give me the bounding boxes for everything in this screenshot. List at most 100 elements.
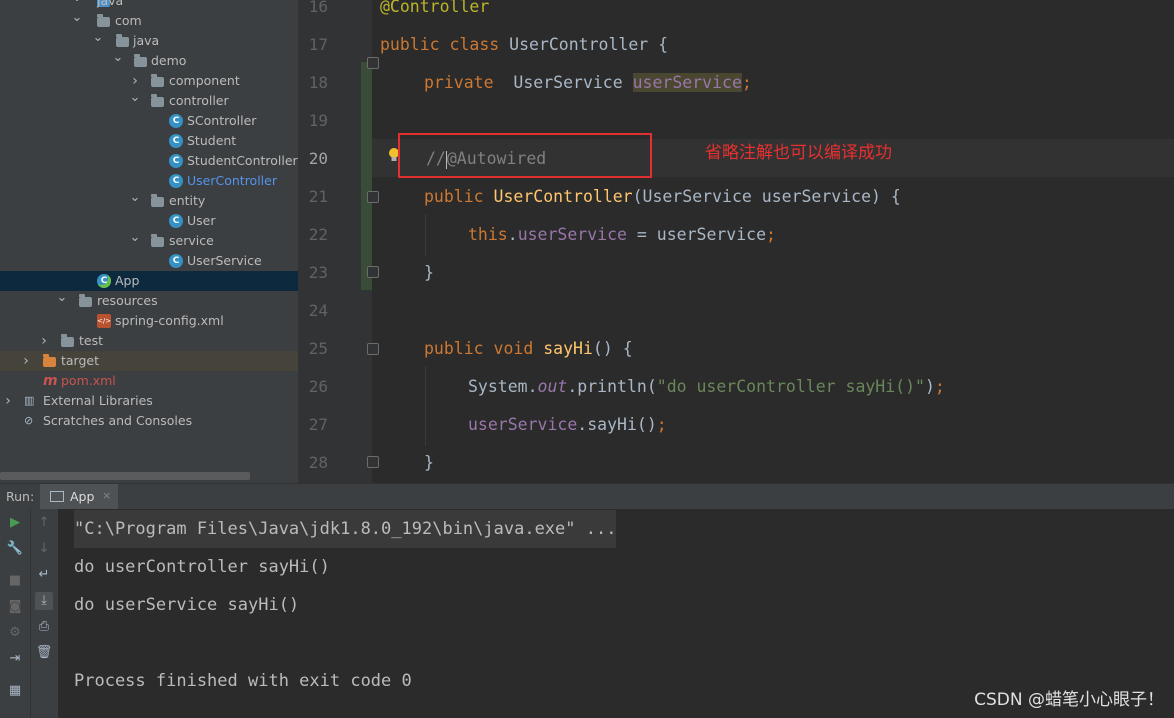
tree-item-spring-config-xml[interactable]: </> spring-config.xml — [0, 311, 298, 331]
close-tab-icon[interactable]: × — [102, 489, 111, 502]
code-line-18: private UserService userService; — [424, 73, 752, 92]
tree-item-target[interactable]: › target — [0, 351, 298, 371]
wrench-icon[interactable]: 🔧 — [6, 540, 24, 558]
tree-item-studentcontroller[interactable]: C StudentController — [0, 151, 298, 171]
print-icon[interactable]: ⎙ — [35, 618, 53, 636]
line-number[interactable]: 23 — [298, 254, 328, 292]
code-line-26: System.out.println("do userController sa… — [468, 377, 945, 396]
tree-item-label: entity — [169, 193, 206, 208]
camera-icon[interactable]: ◙ — [6, 598, 24, 616]
line-number[interactable]: 21 — [298, 178, 328, 216]
tree-item-java[interactable]: ⌄ java — [0, 0, 298, 11]
line-number[interactable]: 22 — [298, 216, 328, 254]
tree-item-label: UserController — [187, 173, 277, 188]
chevron-down-icon[interactable]: ⌄ — [92, 28, 104, 48]
chevron-down-icon[interactable]: ⌄ — [71, 0, 83, 8]
tree-item-student[interactable]: C Student — [0, 131, 298, 151]
trash-icon[interactable]: 🗑 — [35, 644, 53, 662]
layout-icon[interactable]: ▦ — [6, 682, 24, 700]
line-number[interactable]: 24 — [298, 292, 328, 330]
fold-marker[interactable] — [367, 57, 379, 69]
scroll-to-end-icon[interactable]: ⤓ — [35, 592, 53, 610]
tree-item-user[interactable]: C User — [0, 211, 298, 231]
chevron-right-icon[interactable]: › — [38, 331, 50, 351]
run-tab-app[interactable]: App × — [40, 484, 118, 510]
annotation-highlight-box — [398, 133, 652, 178]
code-line-23: } — [424, 263, 434, 282]
folder-icon — [79, 294, 92, 307]
class-icon: C — [169, 174, 183, 188]
tree-item-demo[interactable]: ⌄ demo — [0, 48, 298, 71]
tree-item-controller[interactable]: ⌄ controller — [0, 88, 298, 111]
package-icon — [97, 14, 110, 27]
tree-item-label: com — [115, 13, 142, 28]
tree-item-com[interactable]: ⌄ com — [0, 8, 298, 31]
down-arrow-icon[interactable]: ↓ — [35, 540, 53, 558]
maven-icon: m — [43, 373, 58, 389]
tree-item-external-libraries[interactable]: › ▥ External Libraries — [0, 391, 298, 411]
console-line: do userService sayHi() — [74, 595, 300, 615]
line-number[interactable]: 25 — [298, 330, 328, 368]
tree-item-scratches-and-consoles[interactable]: ⊘ Scratches and Consoles — [0, 411, 298, 431]
chevron-down-icon[interactable]: ⌄ — [129, 188, 141, 208]
tree-item-label: controller — [169, 93, 229, 108]
up-arrow-icon[interactable]: ↑ — [35, 514, 53, 532]
tree-item-scontroller[interactable]: C SController — [0, 111, 298, 131]
code-line-22: this.userService = userService; — [468, 225, 776, 244]
line-number[interactable]: 18 — [298, 64, 328, 102]
tree-item-test[interactable]: › test — [0, 331, 298, 351]
tree-item-userservice[interactable]: C UserService — [0, 251, 298, 271]
package-icon — [151, 94, 164, 107]
line-number[interactable]: 28 — [298, 444, 328, 482]
run-panel-header: Run: App × — [0, 483, 1174, 510]
soft-wrap-icon[interactable]: ↵ — [35, 566, 53, 584]
package-icon — [151, 74, 164, 87]
tree-item-label: App — [115, 273, 140, 288]
fold-marker[interactable] — [367, 343, 379, 355]
project-tree-panel: ⌄java⌄com⌄java⌄demo›component⌄controller… — [0, 0, 298, 483]
library-icon: ▥ — [24, 394, 35, 407]
class-icon: C — [169, 114, 183, 128]
tree-item-java[interactable]: ⌄ java — [0, 28, 298, 51]
indent-guide — [425, 366, 426, 446]
exit-icon[interactable]: ⇥ — [6, 650, 24, 668]
tree-item-component[interactable]: › component — [0, 71, 298, 91]
package-icon — [151, 194, 164, 207]
console-line-command: "C:\Program Files\Java\jdk1.8.0_192\bin\… — [74, 510, 617, 548]
tree-horizontal-scrollbar[interactable] — [0, 472, 250, 480]
tree-item-service[interactable]: ⌄ service — [0, 228, 298, 251]
line-number[interactable]: 20 — [298, 140, 328, 178]
fold-marker[interactable] — [367, 456, 379, 468]
chevron-down-icon[interactable]: ⌄ — [112, 48, 124, 68]
vcs-change-marker[interactable] — [361, 62, 372, 290]
fold-marker[interactable] — [367, 191, 379, 203]
indent-guide — [425, 214, 426, 256]
line-number[interactable]: 16 — [298, 0, 328, 26]
chevron-right-icon[interactable]: › — [20, 351, 32, 371]
tree-item-pom-xml[interactable]: m pom.xml — [0, 371, 298, 391]
line-number[interactable]: 26 — [298, 368, 328, 406]
run-toolbar-secondary: ↑ ↓ ↵ ⤓ ⎙ 🗑 — [30, 509, 59, 718]
fold-marker[interactable] — [367, 266, 379, 278]
chevron-down-icon[interactable]: ⌄ — [71, 8, 83, 28]
class-icon: C — [169, 154, 183, 168]
line-number[interactable]: 27 — [298, 406, 328, 444]
chevron-right-icon[interactable]: › — [2, 391, 14, 411]
stop-icon[interactable]: ■ — [6, 572, 24, 590]
tree-item-label: UserService — [187, 253, 262, 268]
chevron-down-icon[interactable]: ⌄ — [129, 228, 141, 248]
rerun-icon[interactable]: ▶ — [6, 514, 24, 532]
tree-item-usercontroller[interactable]: C UserController — [0, 171, 298, 191]
run-label: Run: — [6, 489, 35, 504]
tree-item-app[interactable]: C App — [0, 271, 298, 291]
settings-icon[interactable]: ⚙ — [6, 624, 24, 642]
annotation-note: 省略注解也可以编译成功 — [705, 143, 892, 163]
line-number[interactable]: 19 — [298, 102, 328, 140]
chevron-down-icon[interactable]: ⌄ — [56, 288, 68, 308]
tree-item-entity[interactable]: ⌄ entity — [0, 188, 298, 211]
tree-item-label: resources — [97, 293, 158, 308]
line-number[interactable]: 17 — [298, 26, 328, 64]
chevron-down-icon[interactable]: ⌄ — [129, 88, 141, 108]
tree-item-resources[interactable]: ⌄ resources — [0, 288, 298, 311]
tree-item-label: demo — [151, 53, 187, 68]
